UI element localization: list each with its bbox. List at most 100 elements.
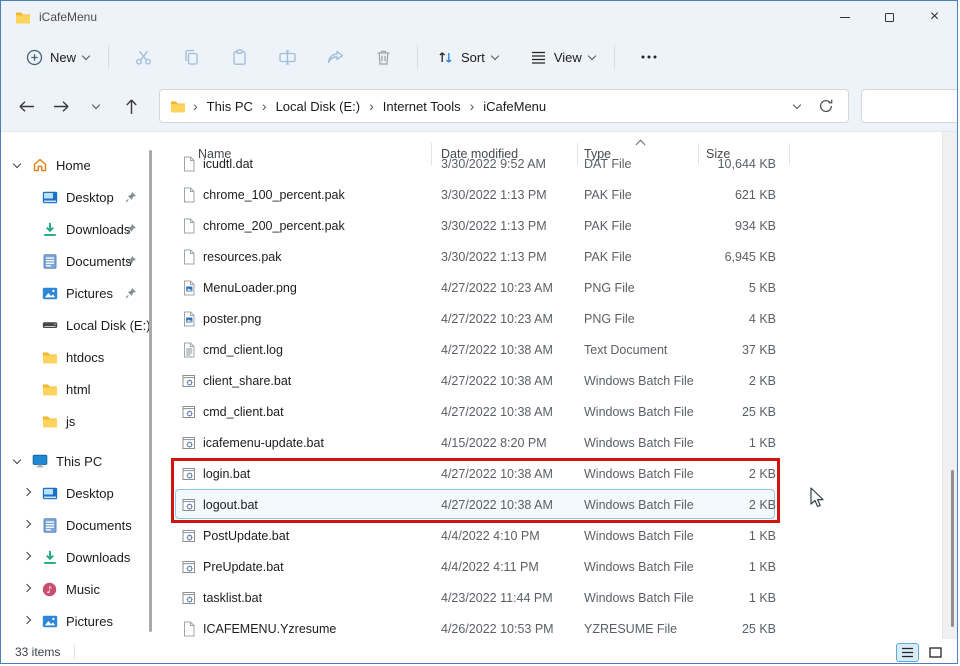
file-date-modified: 4/27/2022 10:38 AM — [441, 374, 553, 388]
file-name: ICAFEMENU.Yzresume — [203, 622, 336, 636]
batch-icon — [181, 590, 197, 606]
file-row-icafemenu-yzresume[interactable]: ICAFEMENU.Yzresume4/26/2022 10:53 PMYZRE… — [171, 613, 779, 639]
file-row-cmd-client-log[interactable]: cmd_client.log4/27/2022 10:38 AMText Doc… — [171, 334, 779, 365]
share-button[interactable] — [315, 40, 355, 74]
up-button[interactable] — [116, 91, 146, 121]
titlebar: iCafeMenu × — [1, 1, 957, 33]
delete-icon — [374, 48, 393, 67]
file-name: client_share.bat — [203, 374, 291, 388]
status-bar: 33 items — [1, 639, 957, 664]
maximize-icon — [885, 13, 894, 22]
column-separator[interactable] — [789, 143, 790, 165]
breadcrumb-separator-icon: › — [193, 98, 198, 114]
file-date-modified: 3/30/2022 1:13 PM — [441, 188, 547, 202]
file-row-client-share-bat[interactable]: client_share.bat4/27/2022 10:38 AMWindow… — [171, 365, 779, 396]
refresh-button[interactable] — [818, 98, 834, 114]
breadcrumb-item-local-disk-e[interactable]: Local Disk (E:) — [274, 99, 363, 114]
file-size: 5 KB — [641, 281, 776, 295]
file-name: chrome_200_percent.pak — [203, 219, 345, 233]
minimize-icon — [840, 17, 850, 18]
file-date-modified: 4/4/2022 4:10 PM — [441, 529, 540, 543]
file-date-modified: 4/27/2022 10:38 AM — [441, 467, 553, 481]
maximize-button[interactable] — [867, 1, 912, 33]
back-button[interactable] — [11, 91, 41, 121]
minimize-button[interactable] — [822, 1, 867, 33]
rename-button[interactable] — [267, 40, 307, 74]
address-bar[interactable]: ›This PC›Local Disk (E:)›Internet Tools›… — [159, 89, 849, 123]
file-row-icafemenu-update-bat[interactable]: icafemenu-update.bat4/15/2022 8:20 PMWin… — [171, 427, 779, 458]
file-row-login-bat[interactable]: login.bat4/27/2022 10:38 AMWindows Batch… — [171, 458, 779, 489]
file-name: MenuLoader.png — [203, 281, 297, 295]
file-icon — [181, 621, 197, 637]
file-date-modified: 4/23/2022 11:44 PM — [441, 591, 553, 605]
more-options-button[interactable] — [629, 40, 669, 74]
close-button[interactable]: × — [912, 1, 957, 33]
column-separator[interactable] — [431, 143, 432, 165]
file-list: icudtl.dat3/30/2022 9:52 AMDAT File10,64… — [1, 132, 957, 639]
file-row-tasklist-bat[interactable]: tasklist.bat4/23/2022 11:44 PMWindows Ba… — [171, 582, 779, 613]
file-date-modified: 4/4/2022 4:11 PM — [441, 560, 539, 574]
chevron-down-icon — [588, 51, 596, 59]
batch-icon — [181, 404, 197, 420]
file-row-postupdate-bat[interactable]: PostUpdate.bat4/4/2022 4:10 PMWindows Ba… — [171, 520, 779, 551]
breadcrumb-item-internet-tools[interactable]: Internet Tools — [381, 99, 463, 114]
search-input[interactable] — [871, 96, 958, 116]
file-name: logout.bat — [203, 498, 258, 512]
file-row-chrome-100-percent-pak[interactable]: chrome_100_percent.pak3/30/2022 1:13 PMP… — [171, 179, 779, 210]
new-button[interactable]: New — [17, 43, 98, 72]
paste-button[interactable] — [219, 40, 259, 74]
large-icons-view-button[interactable] — [924, 643, 947, 662]
file-name: tasklist.bat — [203, 591, 262, 605]
delete-button[interactable] — [363, 40, 403, 74]
copy-button[interactable] — [171, 40, 211, 74]
file-size: 25 KB — [641, 622, 776, 636]
file-type: PAK File — [584, 250, 632, 264]
file-row-logout-bat[interactable]: logout.bat4/27/2022 10:38 AMWindows Batc… — [171, 489, 779, 520]
file-row-preupdate-bat[interactable]: PreUpdate.bat4/4/2022 4:11 PMWindows Bat… — [171, 551, 779, 582]
recent-locations-button[interactable] — [81, 91, 111, 121]
list-scrollbar-thumb[interactable] — [951, 470, 954, 627]
file-size: 934 KB — [641, 219, 776, 233]
view-button-label: View — [554, 50, 582, 65]
folder-icon — [15, 11, 31, 24]
file-row-menuloader-png[interactable]: MenuLoader.png4/27/2022 10:23 AMPNG File… — [171, 272, 779, 303]
file-size: 621 KB — [641, 188, 776, 202]
file-size: 25 KB — [641, 405, 776, 419]
large-icons-view-icon — [929, 647, 942, 658]
share-icon — [326, 48, 345, 67]
details-view-button[interactable] — [896, 643, 919, 662]
file-row-chrome-200-percent-pak[interactable]: chrome_200_percent.pak3/30/2022 1:13 PMP… — [171, 210, 779, 241]
file-type: PNG File — [584, 312, 635, 326]
file-size: 1 KB — [641, 529, 776, 543]
cut-button[interactable] — [123, 40, 163, 74]
file-size: 1 KB — [641, 591, 776, 605]
toolbar-divider — [614, 45, 615, 69]
forward-button[interactable] — [46, 91, 76, 121]
batch-icon — [181, 497, 197, 513]
file-icon — [181, 187, 197, 203]
view-button[interactable]: View — [521, 44, 604, 71]
file-type: PAK File — [584, 219, 632, 233]
sort-button[interactable]: Sort — [428, 43, 507, 72]
breadcrumb-item-this-pc[interactable]: This PC — [205, 99, 255, 114]
sort-icon — [437, 49, 454, 66]
file-row-poster-png[interactable]: poster.png4/27/2022 10:23 AMPNG File4 KB — [171, 303, 779, 334]
file-name: login.bat — [203, 467, 250, 481]
command-toolbar: New Sort View — [1, 33, 957, 81]
file-type: DAT File — [584, 157, 631, 171]
list-scrollbar-track[interactable] — [942, 132, 957, 639]
file-date-modified: 4/15/2022 8:20 PM — [441, 436, 547, 450]
search-box[interactable] — [861, 89, 958, 123]
file-row-resources-pak[interactable]: resources.pak3/30/2022 1:13 PMPAK File6,… — [171, 241, 779, 272]
cut-icon — [134, 48, 153, 67]
chevron-down-icon — [82, 51, 90, 59]
breadcrumb-item-icafemenu[interactable]: iCafeMenu — [481, 99, 548, 114]
column-separator[interactable] — [577, 143, 578, 165]
folder-icon — [170, 100, 186, 113]
rename-icon — [278, 48, 297, 67]
file-row-cmd-client-bat[interactable]: cmd_client.bat4/27/2022 10:38 AMWindows … — [171, 396, 779, 427]
file-date-modified: 4/27/2022 10:38 AM — [441, 405, 553, 419]
file-size: 2 KB — [641, 467, 776, 481]
file-name: cmd_client.bat — [203, 405, 284, 419]
address-dropdown-chevron-icon[interactable] — [793, 100, 801, 108]
